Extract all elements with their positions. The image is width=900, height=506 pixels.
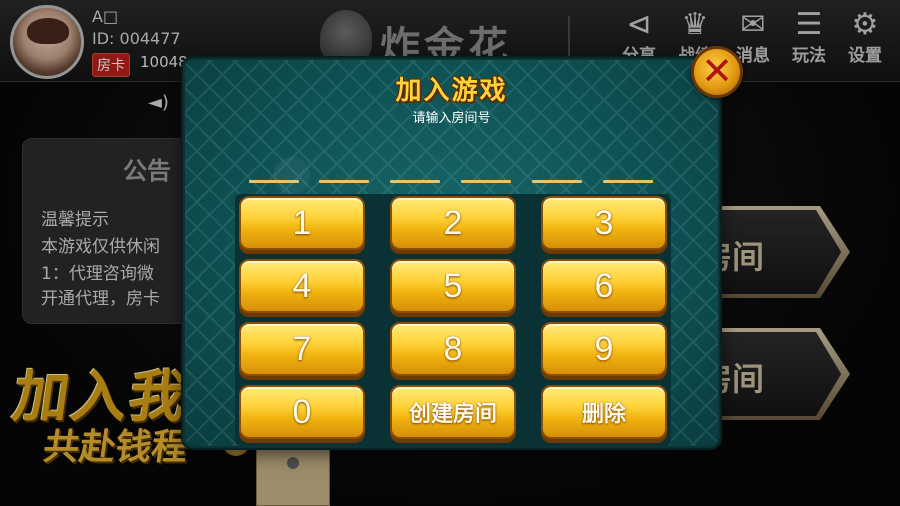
key-label: 1 <box>292 203 312 242</box>
key-label: 3 <box>594 203 614 242</box>
key-8[interactable]: 8 <box>390 322 516 376</box>
key-1[interactable]: 1 <box>239 196 365 250</box>
key-9[interactable]: 9 <box>541 322 667 376</box>
delete-key[interactable]: 删除 <box>541 385 667 439</box>
key-7[interactable]: 7 <box>239 322 365 376</box>
key-0[interactable]: 0 <box>239 385 365 439</box>
key-label: 9 <box>594 329 614 368</box>
key-3[interactable]: 3 <box>541 196 667 250</box>
digit-slot <box>249 180 299 183</box>
key-label: 0 <box>292 392 312 431</box>
key-6[interactable]: 6 <box>541 259 667 313</box>
key-label: 6 <box>594 266 614 305</box>
key-label: 创建房间 <box>408 402 497 427</box>
key-label: 4 <box>292 266 312 305</box>
key-label: 7 <box>292 329 312 368</box>
key-4[interactable]: 4 <box>239 259 365 313</box>
digit-slot <box>603 180 653 183</box>
room-number-slots <box>249 180 659 190</box>
keypad: 1 2 3 4 5 6 7 8 9 0 创建房间 删除 <box>235 194 671 446</box>
digit-slot <box>532 180 582 183</box>
digit-slot <box>319 180 369 183</box>
create-room-key[interactable]: 创建房间 <box>390 385 516 439</box>
join-game-dialog: 加入游戏 请输入房间号 ✕ 1 2 3 4 5 6 7 8 9 0 创建房间 删… <box>183 46 743 448</box>
key-label: 8 <box>443 329 463 368</box>
key-5[interactable]: 5 <box>390 259 516 313</box>
key-2[interactable]: 2 <box>390 196 516 250</box>
digit-slot <box>390 180 440 183</box>
digit-slot <box>461 180 511 183</box>
key-label: 删除 <box>581 402 626 427</box>
dialog-title: 加入游戏 <box>395 76 508 106</box>
close-button[interactable]: ✕ <box>691 46 743 98</box>
dialog-subtitle: 请输入房间号 <box>412 111 491 126</box>
key-label: 5 <box>443 266 463 305</box>
close-icon: ✕ <box>701 49 733 93</box>
key-label: 2 <box>443 203 463 242</box>
